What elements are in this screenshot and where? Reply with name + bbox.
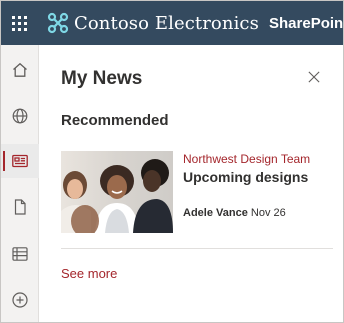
rail-item-files[interactable] xyxy=(1,190,39,224)
panel-title: My News xyxy=(61,68,143,89)
divider xyxy=(61,248,333,249)
brand-name: Contoso Electronics xyxy=(74,12,259,34)
news-meta: Adele Vance Nov 26 xyxy=(183,207,286,219)
rail-item-home[interactable] xyxy=(1,53,39,87)
section-title-recommended: Recommended xyxy=(61,112,169,129)
close-button[interactable] xyxy=(306,69,322,85)
news-date: Nov 26 xyxy=(250,207,286,219)
news-thumbnail[interactable] xyxy=(61,151,173,233)
contoso-logo-icon xyxy=(47,12,69,34)
rail-item-lists[interactable] xyxy=(1,237,39,271)
news-icon xyxy=(12,154,28,168)
rail-item-sites[interactable] xyxy=(1,99,39,133)
see-more-link[interactable]: See more xyxy=(61,266,117,281)
left-rail xyxy=(1,45,39,322)
globe-icon xyxy=(12,108,28,124)
news-author: Adele Vance xyxy=(183,207,248,219)
news-card[interactable]: Northwest Design Team Upcoming designs A… xyxy=(61,151,321,234)
home-icon xyxy=(13,62,27,77)
app-name[interactable]: SharePoint xyxy=(269,15,343,32)
app-launcher-button[interactable] xyxy=(1,1,37,45)
list-icon xyxy=(12,247,28,261)
document-icon xyxy=(14,199,26,215)
waffle-icon xyxy=(11,15,27,31)
close-icon xyxy=(308,71,320,83)
brand[interactable]: Contoso Electronics xyxy=(47,12,259,34)
news-title[interactable]: Upcoming designs xyxy=(183,169,308,185)
my-news-panel: My News Recommended Northwest Design Tea… xyxy=(40,45,343,322)
rail-item-create[interactable] xyxy=(1,283,39,317)
rail-item-news[interactable] xyxy=(1,144,39,178)
news-source[interactable]: Northwest Design Team xyxy=(183,152,310,166)
add-circle-icon xyxy=(12,292,28,308)
news-thumbnail-image xyxy=(61,151,173,233)
app-frame: Contoso Electronics SharePoint My News R… xyxy=(0,0,344,323)
suite-bar: Contoso Electronics SharePoint xyxy=(1,1,343,45)
